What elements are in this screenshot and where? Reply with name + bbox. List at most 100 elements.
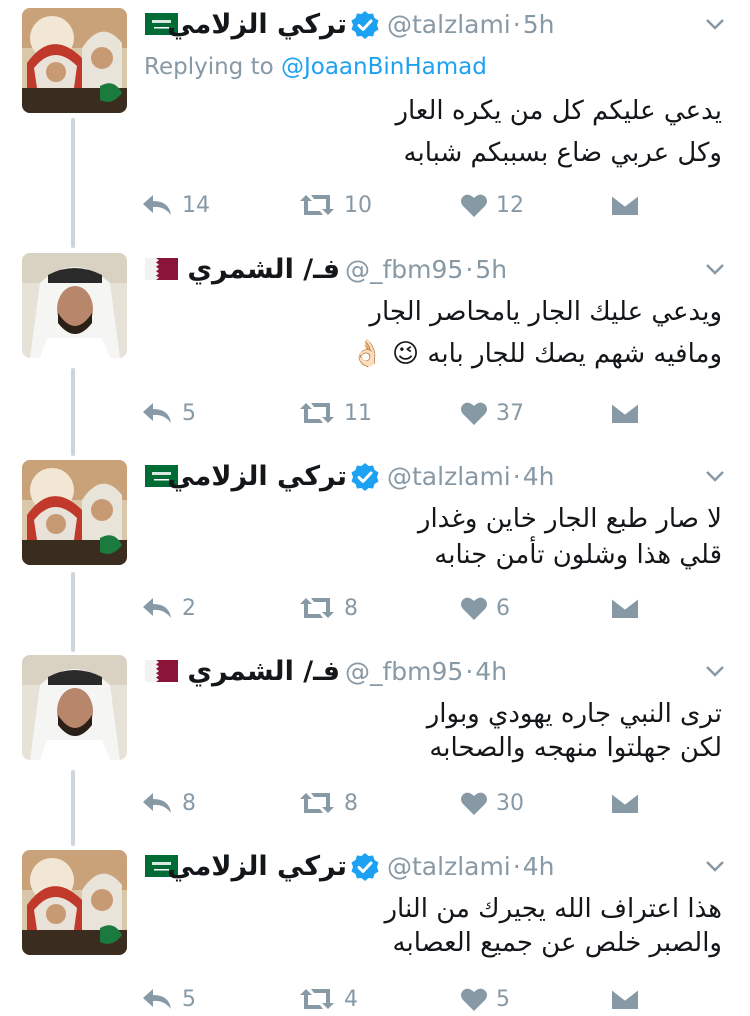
- retweet-button[interactable]: 8: [298, 786, 358, 820]
- display-name[interactable]: تركي الزلامي: [167, 8, 347, 42]
- tweet[interactable]: فـ/ الشمري @_fbm95·5h ويدعي عليك الجار ي…: [0, 253, 750, 453]
- like-count: 30: [496, 790, 524, 816]
- timestamp[interactable]: 4h: [523, 462, 555, 491]
- display-name[interactable]: تركي الزلامي: [167, 460, 347, 494]
- retweet-count: 8: [344, 595, 358, 621]
- direct-message-button[interactable]: [610, 188, 640, 222]
- retweet-count: 8: [344, 790, 358, 816]
- like-icon: [460, 192, 488, 218]
- retweet-button[interactable]: 4: [298, 982, 358, 1016]
- retweet-icon: [298, 790, 336, 816]
- retweet-icon: [298, 986, 336, 1012]
- reply-mention-link[interactable]: @JoaanBinHamad: [281, 54, 487, 80]
- reply-button[interactable]: 14: [140, 188, 210, 222]
- tweet-text-line: قلي هذا وشلون تأمن جنابه: [434, 540, 722, 570]
- tweet-text-line: ومافيه شهم يصك للجار بابه 😉 👌🏻: [351, 339, 722, 369]
- timestamp[interactable]: 4h: [523, 852, 555, 881]
- tweet-actions: 5 11 37: [140, 396, 660, 430]
- reply-prefix: Replying to: [144, 54, 274, 80]
- display-name[interactable]: فـ/ الشمري: [187, 655, 340, 689]
- direct-message-button[interactable]: [610, 982, 640, 1016]
- like-button[interactable]: 5: [460, 982, 510, 1016]
- like-icon: [460, 986, 488, 1012]
- tweet[interactable]: تركي الزلامي @talzlami·4h هذا اعتراف الل…: [0, 850, 750, 1012]
- avatar[interactable]: [22, 850, 127, 955]
- avatar[interactable]: [22, 655, 127, 760]
- tweet-actions: 14 10 12: [140, 188, 660, 222]
- retweet-icon: [298, 400, 336, 426]
- like-icon: [460, 790, 488, 816]
- tweet-text-line: هذا اعتراف الله يجيرك من النار: [384, 894, 722, 924]
- tweet-text-line: لا صار طبع الجار خاين وغدار: [417, 504, 722, 534]
- handle-time: @talzlami·5h: [387, 8, 554, 42]
- handle[interactable]: @_fbm95: [345, 657, 463, 686]
- tweet-text-line: يدعي عليكم كل من يكره العار: [395, 96, 722, 126]
- retweet-button[interactable]: 11: [298, 396, 372, 430]
- tweet[interactable]: تركي الزلامي @talzlami·4h لا صار طبع الج…: [0, 460, 750, 650]
- display-name[interactable]: فـ/ الشمري: [187, 253, 340, 287]
- retweet-count: 4: [344, 986, 358, 1012]
- display-name[interactable]: تركي الزلامي: [167, 850, 347, 884]
- direct-message-button[interactable]: [610, 786, 640, 820]
- avatar[interactable]: [22, 460, 127, 565]
- like-button[interactable]: 6: [460, 591, 510, 625]
- avatar[interactable]: [22, 253, 127, 358]
- direct-message-icon: [610, 192, 640, 218]
- verified-badge-icon: [350, 462, 380, 492]
- reply-count: 8: [182, 790, 196, 816]
- handle-time: @talzlami·4h: [387, 460, 554, 494]
- tweet-text-line: وكل عربي ضاع بسببكم شبابه: [403, 138, 722, 168]
- avatar[interactable]: [22, 8, 127, 113]
- reply-icon: [140, 400, 174, 426]
- direct-message-button[interactable]: [610, 396, 640, 430]
- handle[interactable]: @talzlami: [387, 10, 511, 39]
- reply-context: Replying to @JoaanBinHamad: [144, 54, 487, 80]
- retweet-count: 10: [344, 192, 372, 218]
- chevron-down-icon[interactable]: [704, 16, 726, 32]
- like-button[interactable]: 37: [460, 396, 524, 430]
- like-count: 37: [496, 400, 524, 426]
- tweet[interactable]: تركي الزلامي @talzlami·5h Replying to @J…: [0, 8, 750, 238]
- chevron-down-icon[interactable]: [704, 858, 726, 874]
- chevron-down-icon[interactable]: [704, 468, 726, 484]
- timestamp[interactable]: 5h: [523, 10, 555, 39]
- chevron-down-icon[interactable]: [704, 261, 726, 277]
- verified-badge-icon: [350, 852, 380, 882]
- direct-message-icon: [610, 790, 640, 816]
- reply-icon: [140, 595, 174, 621]
- like-button[interactable]: 12: [460, 188, 524, 222]
- reply-icon: [140, 192, 174, 218]
- tweet-text-line: لكن جهلتوا منهجه والصحابه: [429, 733, 722, 763]
- tweet-actions: 5 4 5: [140, 982, 660, 1016]
- tweet[interactable]: فـ/ الشمري @_fbm95·4h ترى النبي جاره يهو…: [0, 655, 750, 845]
- retweet-icon: [298, 595, 336, 621]
- reply-icon: [140, 986, 174, 1012]
- separator-dot: ·: [512, 852, 521, 881]
- chevron-down-icon[interactable]: [704, 663, 726, 679]
- reply-button[interactable]: 8: [140, 786, 196, 820]
- reply-count: 14: [182, 192, 210, 218]
- verified-badge-icon: [350, 10, 380, 40]
- tweet-actions: 8 8 30: [140, 786, 660, 820]
- reply-button[interactable]: 5: [140, 982, 196, 1016]
- reply-button[interactable]: 2: [140, 591, 196, 625]
- direct-message-button[interactable]: [610, 591, 640, 625]
- handle[interactable]: @talzlami: [387, 462, 511, 491]
- retweet-icon: [298, 192, 336, 218]
- handle-time: @talzlami·4h: [387, 850, 554, 884]
- separator-dot: ·: [465, 255, 474, 284]
- retweet-button[interactable]: 10: [298, 188, 372, 222]
- separator-dot: ·: [512, 10, 521, 39]
- tweet-text-line: والصبر خلص عن جميع العصابه: [392, 928, 722, 958]
- reply-button[interactable]: 5: [140, 396, 196, 430]
- tweet-actions: 2 8 6: [140, 591, 660, 625]
- handle-time: @_fbm95·4h: [345, 655, 507, 689]
- flag-icon: [145, 660, 178, 682]
- retweet-button[interactable]: 8: [298, 591, 358, 625]
- like-icon: [460, 595, 488, 621]
- handle[interactable]: @talzlami: [387, 852, 511, 881]
- like-button[interactable]: 30: [460, 786, 524, 820]
- timestamp[interactable]: 5h: [475, 255, 507, 284]
- timestamp[interactable]: 4h: [475, 657, 507, 686]
- handle[interactable]: @_fbm95: [345, 255, 463, 284]
